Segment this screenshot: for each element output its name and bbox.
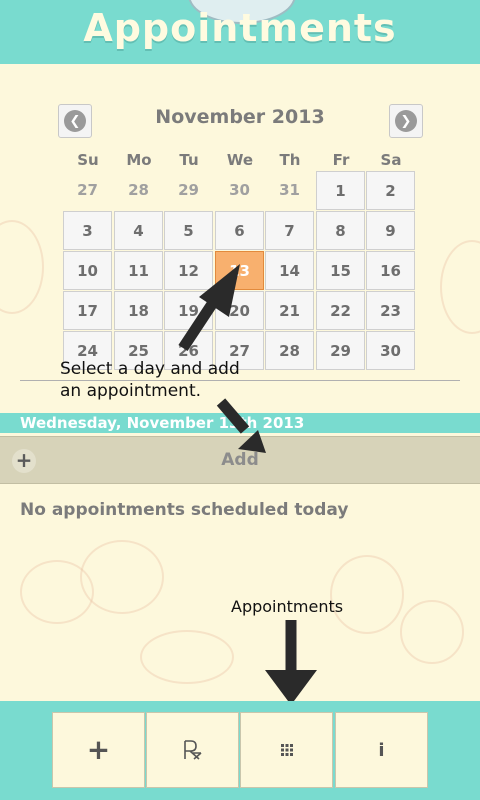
arrow-icon	[178, 264, 240, 352]
grid-icon	[280, 744, 293, 756]
toolbar-appointments-button[interactable]	[240, 712, 333, 788]
arrow-icon	[265, 620, 317, 705]
toolbar-add-button[interactable]: +	[52, 712, 145, 788]
arrow-icon	[216, 398, 266, 453]
rx-icon	[183, 740, 202, 760]
toolbar-info-button[interactable]: i	[335, 712, 428, 788]
plus-icon: +	[86, 733, 111, 766]
info-icon: i	[378, 739, 385, 761]
toolbar-prescription-button[interactable]	[146, 712, 239, 788]
annotation-arrows	[178, 264, 317, 705]
